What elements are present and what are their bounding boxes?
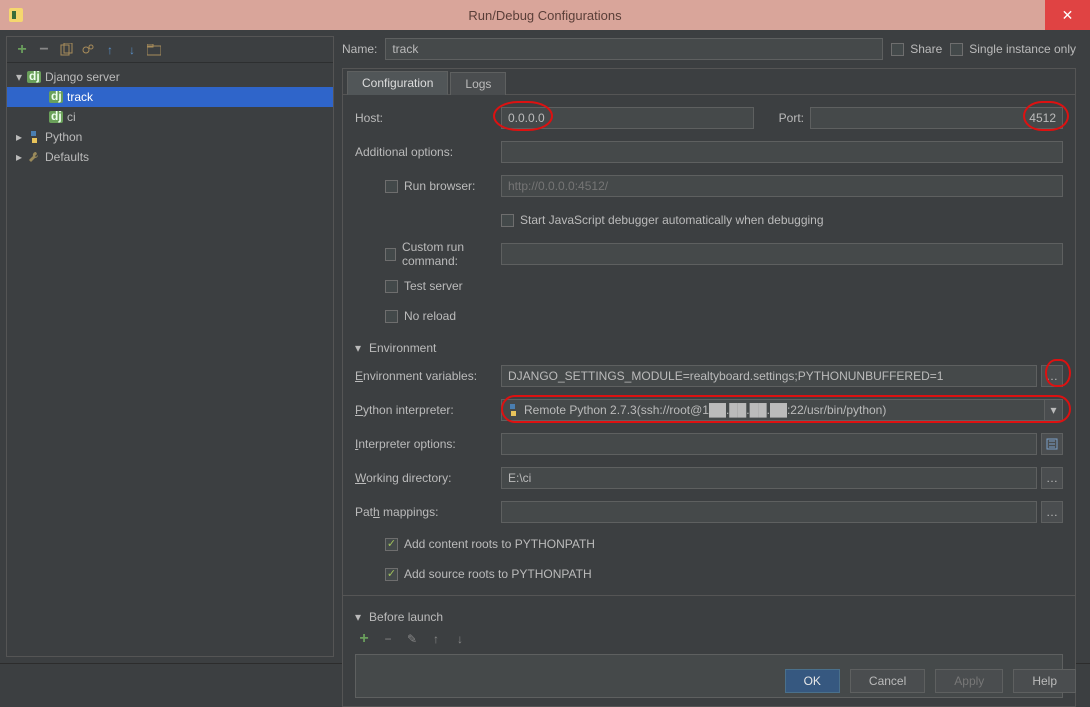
interp-options-input[interactable] <box>501 433 1037 455</box>
name-input[interactable] <box>385 38 883 60</box>
port-label: Port: <box>754 111 810 125</box>
host-label: Host: <box>355 111 501 125</box>
add-icon[interactable]: + <box>13 41 31 59</box>
edit-icon[interactable]: ✎ <box>403 630 421 648</box>
additional-options-input[interactable] <box>501 141 1063 163</box>
path-mappings-browse-button[interactable]: … <box>1041 501 1063 523</box>
tree-label: Defaults <box>43 150 89 164</box>
django-icon: dj <box>47 91 65 103</box>
host-input[interactable] <box>501 107 754 129</box>
svg-text:dj: dj <box>51 111 62 123</box>
move-down-icon[interactable]: ↓ <box>451 630 469 648</box>
share-checkbox[interactable]: Share <box>891 42 942 56</box>
move-up-icon[interactable]: ↑ <box>101 41 119 59</box>
tree-label: Django server <box>43 70 120 84</box>
configurations-tree-pane: + − ↑ ↓ ▾ dj Django server dj track dj c… <box>6 36 334 657</box>
environment-label: Environment <box>369 341 436 355</box>
tab-logs[interactable]: Logs <box>450 72 506 95</box>
config-tree: ▾ dj Django server dj track dj ci ▸ Pyth… <box>7 63 333 656</box>
before-launch-label: Before launch <box>369 610 443 624</box>
env-vars-browse-button[interactable]: … <box>1041 365 1063 387</box>
custom-run-checkbox[interactable]: Custom run command: <box>385 240 501 268</box>
collapse-arrow-icon: ▸ <box>13 130 25 144</box>
config-form-pane: Name: Share Single instance only Configu… <box>334 36 1084 657</box>
python-icon <box>25 130 43 144</box>
tree-label: track <box>65 90 93 104</box>
environment-section-header[interactable]: ▾Environment <box>355 341 1063 355</box>
interpreter-label: Python interpreter: <box>355 403 501 417</box>
close-button[interactable]: ✕ <box>1045 0 1090 30</box>
path-mappings-label: Path mappings: <box>355 505 501 519</box>
move-up-icon[interactable]: ↑ <box>427 630 445 648</box>
ok-button[interactable]: OK <box>785 669 840 693</box>
js-debugger-label: Start JavaScript debugger automatically … <box>520 213 824 227</box>
expand-button[interactable] <box>1041 433 1063 455</box>
svg-text:dj: dj <box>29 71 40 83</box>
expand-arrow-icon: ▾ <box>13 70 25 84</box>
working-dir-label: Working directory: <box>355 471 501 485</box>
remove-icon[interactable]: − <box>379 630 397 648</box>
single-instance-label: Single instance only <box>969 42 1076 56</box>
custom-run-label: Custom run command: <box>402 240 501 268</box>
tree-node-python[interactable]: ▸ Python <box>7 127 333 147</box>
wrench-icon <box>25 150 43 164</box>
add-icon[interactable]: + <box>355 630 373 648</box>
env-vars-label: Environment variables: <box>355 369 501 383</box>
titlebar: Run/Debug Configurations ✕ <box>0 0 1090 30</box>
python-icon <box>506 403 520 417</box>
window-title: Run/Debug Configurations <box>468 8 621 23</box>
interpreter-select[interactable]: Remote Python 2.7.3(ssh://root@1██.██.██… <box>501 399 1063 421</box>
env-vars-input[interactable] <box>501 365 1037 387</box>
help-button[interactable]: Help <box>1013 669 1076 693</box>
port-input[interactable] <box>810 107 1063 129</box>
interpreter-value: Remote Python 2.7.3(ssh://root@1██.██.██… <box>524 403 886 417</box>
source-roots-label: Add source roots to PYTHONPATH <box>404 567 592 581</box>
path-mappings-input[interactable] <box>501 501 1037 523</box>
js-debugger-checkbox[interactable]: Start JavaScript debugger automatically … <box>501 213 824 227</box>
no-reload-label: No reload <box>404 309 456 323</box>
tree-node-ci[interactable]: dj ci <box>7 107 333 127</box>
no-reload-checkbox[interactable]: No reload <box>385 309 456 323</box>
apply-button[interactable]: Apply <box>935 669 1003 693</box>
interp-options-label: Interpreter options: <box>355 437 501 451</box>
content-roots-label: Add content roots to PYTHONPATH <box>404 537 595 551</box>
name-label: Name: <box>342 42 377 56</box>
django-icon: dj <box>47 111 65 123</box>
additional-options-label: Additional options: <box>355 145 501 159</box>
remove-icon[interactable]: − <box>35 41 53 59</box>
config-tabs: Configuration Logs <box>343 69 1075 95</box>
settings-icon[interactable] <box>79 41 97 59</box>
working-dir-input[interactable] <box>501 467 1037 489</box>
tab-configuration[interactable]: Configuration <box>347 71 448 95</box>
pycharm-icon <box>8 7 24 23</box>
svg-text:dj: dj <box>51 91 62 103</box>
test-server-checkbox[interactable]: Test server <box>385 279 463 293</box>
before-launch-header[interactable]: ▾Before launch <box>355 610 1063 624</box>
run-browser-checkbox[interactable]: Run browser: <box>385 179 501 193</box>
single-instance-checkbox[interactable]: Single instance only <box>950 42 1076 56</box>
copy-icon[interactable] <box>57 41 75 59</box>
custom-run-input[interactable] <box>501 243 1063 265</box>
source-roots-checkbox[interactable]: Add source roots to PYTHONPATH <box>385 567 592 581</box>
collapse-arrow-icon: ▸ <box>13 150 25 164</box>
tree-toolbar: + − ↑ ↓ <box>7 37 333 63</box>
run-browser-label: Run browser: <box>404 179 475 193</box>
tree-node-django-server[interactable]: ▾ dj Django server <box>7 67 333 87</box>
cancel-button[interactable]: Cancel <box>850 669 925 693</box>
move-down-icon[interactable]: ↓ <box>123 41 141 59</box>
folder-icon[interactable] <box>145 41 163 59</box>
chevron-down-icon: ▾ <box>1044 400 1062 420</box>
run-browser-input[interactable] <box>501 175 1063 197</box>
working-dir-browse-button[interactable]: … <box>1041 467 1063 489</box>
test-server-label: Test server <box>404 279 463 293</box>
tree-label: Python <box>43 130 82 144</box>
tree-label: ci <box>65 110 76 124</box>
content-roots-checkbox[interactable]: Add content roots to PYTHONPATH <box>385 537 595 551</box>
tree-node-track[interactable]: dj track <box>7 87 333 107</box>
tree-node-defaults[interactable]: ▸ Defaults <box>7 147 333 167</box>
share-label: Share <box>910 42 942 56</box>
django-icon: dj <box>25 71 43 83</box>
